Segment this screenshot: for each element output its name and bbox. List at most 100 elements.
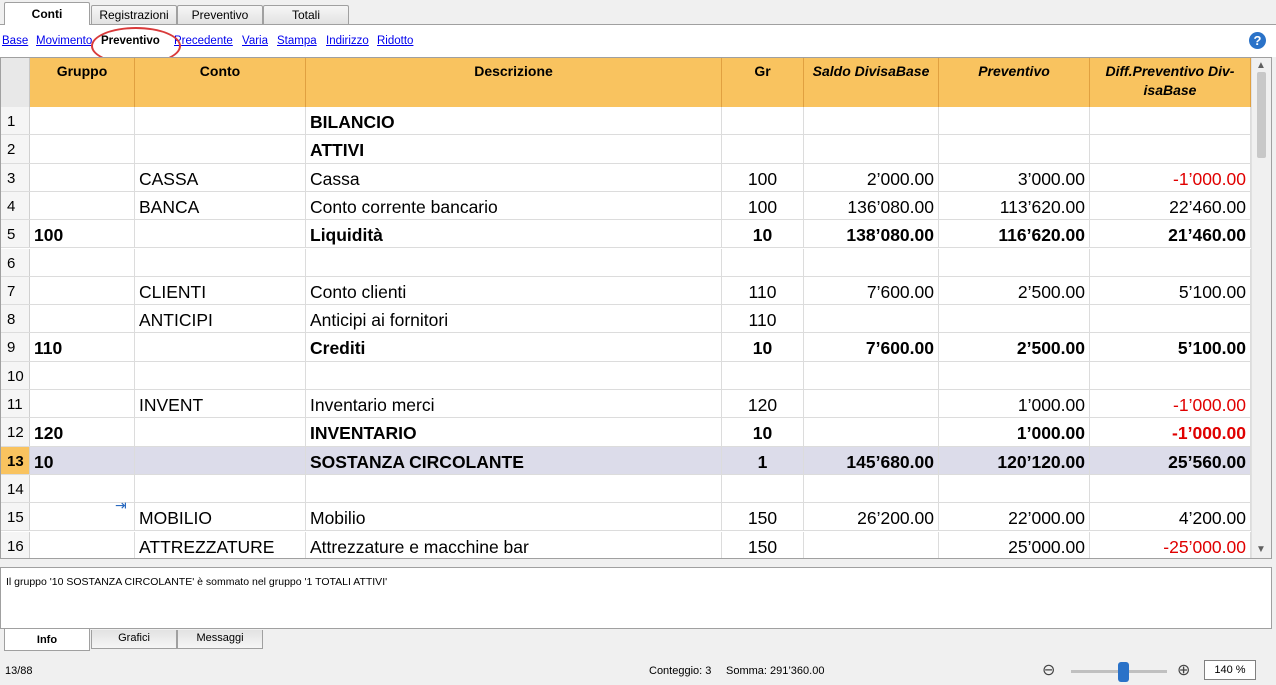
cell-saldo[interactable]: 2’000.00: [804, 163, 939, 191]
row-number[interactable]: 10: [1, 361, 30, 389]
cell-descrizione[interactable]: Conto corrente bancario: [306, 191, 722, 220]
cell-gruppo[interactable]: [30, 135, 135, 163]
cell-gruppo[interactable]: [30, 191, 135, 220]
table-row[interactable]: 13 10 SOSTANZA CIRCOLANTE 1 145’680.00 120’12…: [1, 446, 1251, 475]
row-number[interactable]: 8: [1, 305, 30, 333]
cell-gruppo[interactable]: [30, 276, 135, 305]
cell-descrizione[interactable]: Attrezzature e macchine bar: [306, 531, 722, 558]
cell-saldo[interactable]: [804, 135, 939, 163]
table-row[interactable]: 6: [1, 248, 1251, 277]
cell-preventivo[interactable]: [939, 248, 1090, 276]
cell-conto[interactable]: [135, 333, 306, 361]
table-row[interactable]: 12 120 INVENTARIO 10 1’000.00 -1’000.00: [1, 418, 1251, 447]
cell-diff[interactable]: -1’000.00: [1090, 418, 1251, 446]
cell-saldo[interactable]: 138’080.00: [804, 220, 939, 248]
cell-conto[interactable]: INVENT: [135, 390, 306, 418]
cell-gr[interactable]: [722, 361, 804, 389]
cell-conto[interactable]: [135, 107, 306, 135]
view-indirizzo[interactable]: Indirizzo: [326, 35, 369, 47]
cell-preventivo[interactable]: [939, 361, 1090, 389]
cell-gruppo[interactable]: [30, 361, 135, 389]
cell-preventivo[interactable]: 25’000.00: [939, 531, 1090, 558]
vertical-scrollbar[interactable]: ▲ ▼: [1251, 58, 1271, 558]
cell-diff[interactable]: 22’460.00: [1090, 191, 1251, 220]
help-icon[interactable]: ?: [1249, 32, 1266, 49]
cell-descrizione[interactable]: Crediti: [306, 333, 722, 361]
scroll-thumb[interactable]: [1257, 72, 1266, 158]
cell-descrizione[interactable]: [306, 248, 722, 276]
cell-conto[interactable]: [135, 361, 306, 389]
cell-conto[interactable]: [135, 220, 306, 248]
cell-diff[interactable]: [1090, 135, 1251, 163]
cell-descrizione[interactable]: [306, 474, 722, 503]
cell-saldo[interactable]: [804, 418, 939, 446]
cell-saldo[interactable]: 145’680.00: [804, 446, 939, 474]
cell-gr[interactable]: 100: [722, 191, 804, 220]
cell-diff[interactable]: 21’460.00: [1090, 220, 1251, 248]
cell-gr[interactable]: 110: [722, 305, 804, 333]
row-number[interactable]: 6: [1, 248, 30, 276]
cell-gruppo[interactable]: 110: [30, 333, 135, 361]
cell-conto[interactable]: ANTICIPI: [135, 305, 306, 333]
cell-conto[interactable]: [135, 135, 306, 163]
header-gruppo[interactable]: Gruppo: [30, 58, 135, 107]
cell-saldo[interactable]: 136’080.00: [804, 191, 939, 220]
cell-conto[interactable]: [135, 446, 306, 474]
cell-gruppo[interactable]: [30, 107, 135, 135]
cell-conto[interactable]: CASSA: [135, 163, 306, 191]
cell-conto[interactable]: BANCA: [135, 191, 306, 220]
table-row[interactable]: 16 ATTREZZATURE Attrezzature e macchine ba…: [1, 531, 1251, 558]
cell-descrizione[interactable]: Conto clienti: [306, 276, 722, 305]
cell-preventivo[interactable]: 1’000.00: [939, 418, 1090, 446]
cell-diff[interactable]: [1090, 248, 1251, 276]
cell-gr[interactable]: 150: [722, 503, 804, 531]
cell-descrizione[interactable]: BILANCIO: [306, 107, 722, 135]
tab-info[interactable]: Info: [4, 629, 90, 651]
cell-gr[interactable]: 120: [722, 390, 804, 418]
table-row[interactable]: 4 BANCA Conto corrente bancario 100 136’080.…: [1, 191, 1251, 221]
view-movimento[interactable]: Movimento: [36, 35, 92, 47]
view-ridotto[interactable]: Ridotto: [377, 35, 413, 47]
cell-gruppo[interactable]: [30, 248, 135, 276]
cell-diff[interactable]: 5’100.00: [1090, 276, 1251, 305]
cell-conto[interactable]: MOBILIO: [135, 503, 306, 531]
cell-saldo[interactable]: [804, 531, 939, 558]
row-number[interactable]: 14: [1, 474, 30, 503]
cell-saldo[interactable]: 7’600.00: [804, 276, 939, 305]
view-base[interactable]: Base: [2, 35, 28, 47]
cell-conto[interactable]: ATTREZZATURE: [135, 531, 306, 558]
cell-preventivo[interactable]: 2’500.00: [939, 276, 1090, 305]
cell-preventivo[interactable]: [939, 474, 1090, 503]
cell-diff[interactable]: [1090, 305, 1251, 333]
cell-diff[interactable]: 25’560.00: [1090, 446, 1251, 474]
cell-diff[interactable]: [1090, 361, 1251, 389]
cell-saldo[interactable]: 7’600.00: [804, 333, 939, 361]
cell-gruppo[interactable]: 10: [30, 446, 135, 474]
view-precedente[interactable]: Precedente: [174, 35, 233, 47]
cell-diff[interactable]: -25’000.00: [1090, 531, 1251, 558]
cell-gr[interactable]: 1: [722, 446, 804, 474]
table-row[interactable]: 3 CASSA Cassa 100 2’000.00 3’000.00 -1’000.00: [1, 163, 1251, 192]
cell-saldo[interactable]: [804, 474, 939, 503]
cell-descrizione[interactable]: Mobilio: [306, 503, 722, 531]
cell-preventivo[interactable]: 3’000.00: [939, 163, 1090, 191]
zoom-slider-thumb[interactable]: [1118, 662, 1129, 682]
row-number[interactable]: 15: [1, 503, 30, 531]
row-link-icon[interactable]: ⇥: [115, 498, 131, 512]
cell-preventivo[interactable]: [939, 135, 1090, 163]
tab-conti[interactable]: Conti: [4, 2, 90, 25]
row-number[interactable]: 12: [1, 418, 30, 446]
cell-preventivo[interactable]: 2’500.00: [939, 333, 1090, 361]
zoom-level[interactable]: 140 %: [1204, 660, 1256, 680]
cell-gruppo[interactable]: [30, 390, 135, 418]
cell-saldo[interactable]: [804, 248, 939, 276]
cell-diff[interactable]: -1’000.00: [1090, 163, 1251, 191]
cell-gr[interactable]: 110: [722, 276, 804, 305]
row-number[interactable]: 7: [1, 276, 30, 305]
cell-diff[interactable]: 4’200.00: [1090, 503, 1251, 531]
header-descrizione[interactable]: Descrizione: [306, 58, 722, 107]
cell-gr[interactable]: 10: [722, 220, 804, 248]
cell-gruppo[interactable]: 100: [30, 220, 135, 248]
table-row[interactable]: 11 INVENT Inventario merci 120 1’000.00 -1’00…: [1, 390, 1251, 419]
cell-descrizione[interactable]: [306, 361, 722, 389]
